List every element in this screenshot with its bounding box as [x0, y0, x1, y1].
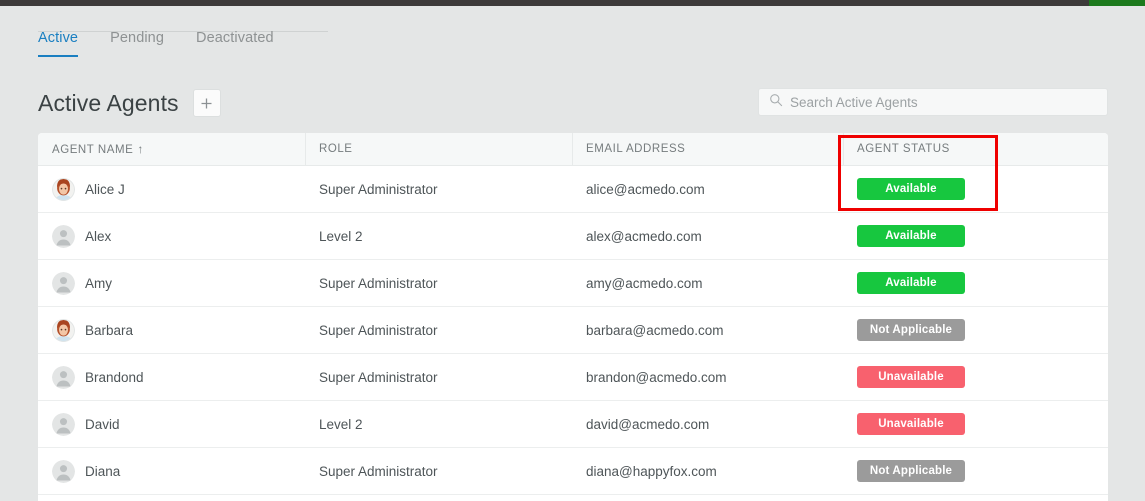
search-box[interactable] — [758, 88, 1108, 116]
cell-agent-name: Alex — [38, 213, 305, 260]
cell-role: Super Administrator — [319, 322, 438, 338]
table-row[interactable]: Barbara Super Administrator barbara@acme… — [38, 307, 1108, 354]
cell-email: david@acmedo.com — [586, 416, 710, 432]
avatar — [52, 224, 75, 248]
table-row[interactable] — [38, 495, 1108, 501]
cell-email: alice@acmedo.com — [586, 181, 705, 197]
table-row[interactable]: Diana Super Administrator diana@happyfox… — [38, 448, 1108, 495]
status-badge[interactable]: Not Applicable — [857, 460, 965, 482]
cell-email: amy@acmedo.com — [586, 275, 703, 291]
sort-ascending-icon[interactable]: ↑ — [137, 142, 144, 156]
cell-agent-name: David — [38, 401, 305, 448]
cell-email: brandon@acmedo.com — [586, 369, 727, 385]
column-header-email-address[interactable]: EMAIL ADDRESS — [572, 133, 843, 166]
page-title: Active Agents — [38, 89, 179, 116]
status-badge[interactable]: Unavailable — [857, 413, 965, 435]
cell-agent-name: Barbara — [38, 307, 305, 354]
table-header-row: AGENT NAME ↑ ROLE EMAIL ADDRESS AGENT STA… — [38, 133, 1108, 166]
tab-active[interactable]: Active — [38, 30, 79, 57]
plus-icon — [200, 97, 213, 110]
cell-email: diana@happyfox.com — [586, 463, 717, 479]
column-header-agent-name-label: AGENT NAME — [52, 143, 134, 156]
cell-role: Super Administrator — [319, 181, 438, 197]
search-icon — [769, 93, 783, 112]
tab-pending[interactable]: Pending — [110, 30, 164, 55]
search-input[interactable] — [790, 89, 1107, 115]
cell-status: Not Applicable — [843, 448, 1108, 495]
tab-bar: Active Pending Deactivated — [38, 30, 1108, 62]
top-bar-accent — [1089, 0, 1145, 6]
status-badge[interactable]: Available — [857, 178, 965, 200]
column-header-agent-name[interactable]: AGENT NAME ↑ — [38, 133, 305, 166]
agent-name-text: Diana — [85, 463, 121, 479]
agent-name-text: Barbara — [85, 322, 134, 338]
agent-name-text: Brandond — [85, 369, 144, 385]
agent-name-text: Alex — [85, 228, 112, 244]
cell-agent-name: Diana — [38, 448, 305, 495]
table-row[interactable]: Amy Super Administrator amy@acmedo.com A… — [38, 260, 1108, 307]
cell-role: Level 2 — [319, 228, 363, 244]
cell-agent-name: Brandond — [38, 354, 305, 401]
agents-table: AGENT NAME ↑ ROLE EMAIL ADDRESS AGENT STA… — [38, 133, 1108, 501]
table-row[interactable]: Alice J Super Administrator alice@acmedo… — [38, 166, 1108, 213]
cell-status: Unavailable — [843, 354, 1108, 401]
browser-top-bar — [0, 0, 1145, 6]
avatar — [52, 365, 75, 389]
agent-name-text: Amy — [85, 275, 112, 291]
status-badge[interactable]: Not Applicable — [857, 319, 965, 341]
cell-role: Super Administrator — [319, 463, 438, 479]
cell-agent-name: Alice J — [38, 166, 305, 213]
table-row[interactable]: Brandond Super Administrator brandon@acm… — [38, 354, 1108, 401]
status-badge[interactable]: Unavailable — [857, 366, 965, 388]
cell-role: Level 2 — [319, 416, 363, 432]
add-agent-button[interactable] — [192, 89, 221, 117]
tab-deactivated[interactable]: Deactivated — [196, 30, 274, 55]
column-header-role[interactable]: ROLE — [305, 133, 572, 166]
agent-name-text: David — [85, 416, 120, 432]
agent-name-text: Alice J — [85, 181, 125, 197]
status-badge[interactable]: Available — [857, 225, 965, 247]
avatar — [52, 177, 75, 201]
cell-role: Super Administrator — [319, 275, 438, 291]
avatar — [52, 412, 75, 436]
avatar — [52, 459, 75, 483]
cell-email: alex@acmedo.com — [586, 228, 702, 244]
cell-status: Unavailable — [843, 401, 1108, 448]
cell-status: Available — [843, 260, 1108, 307]
page-title-row: Active Agents — [38, 85, 221, 121]
avatar — [52, 271, 75, 295]
cell-email: barbara@acmedo.com — [586, 322, 724, 338]
cell-status: Available — [843, 213, 1108, 260]
cell-agent-name: Amy — [38, 260, 305, 307]
table-row[interactable]: Alex Level 2 alex@acmedo.com Available — [38, 213, 1108, 260]
cell-status: Available — [843, 166, 1108, 213]
cell-role: Super Administrator — [319, 369, 438, 385]
table-row[interactable]: David Level 2 david@acmedo.com Unavailab… — [38, 401, 1108, 448]
column-header-agent-status[interactable]: AGENT STATUS — [843, 133, 1108, 166]
status-badge[interactable]: Available — [857, 272, 965, 294]
avatar — [52, 318, 75, 342]
cell-status: Not Applicable — [843, 307, 1108, 354]
